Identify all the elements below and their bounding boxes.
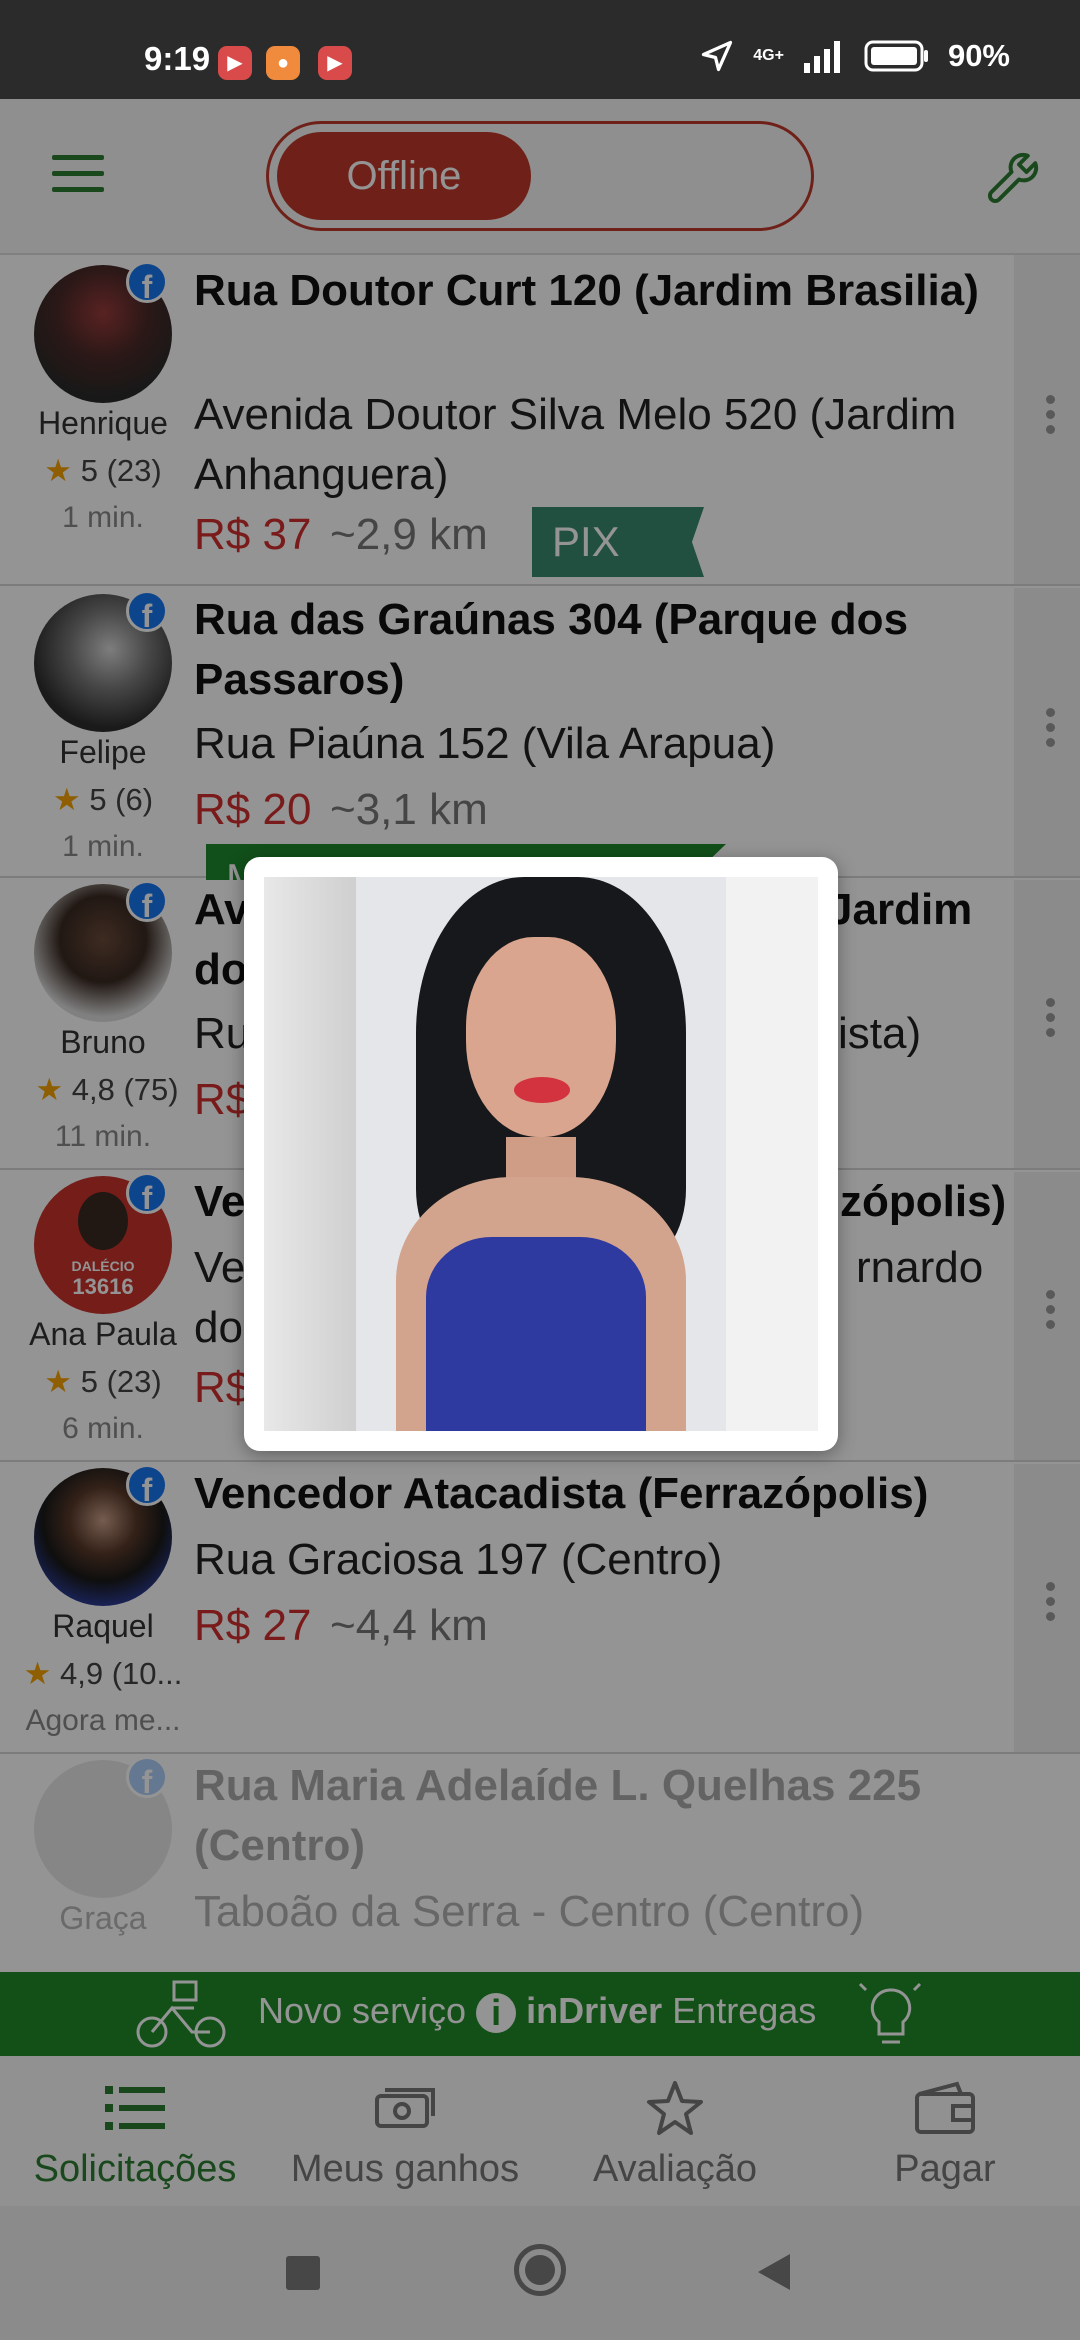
notification-icon: ▶: [318, 46, 352, 80]
status-time: 9:19: [144, 40, 211, 77]
location-arrow-icon: [702, 40, 733, 72]
status-bar: 9:19 ▶ ● ▶ 4G+ 90%: [0, 0, 1080, 99]
network-type: 4G+: [753, 47, 784, 64]
photo-face: [466, 937, 616, 1137]
profile-photo-dialog: [244, 857, 838, 1451]
profile-photo: [264, 877, 818, 1431]
notification-icon: ●: [266, 46, 300, 80]
battery-level: 90%: [947, 38, 1010, 73]
photo-lips: [514, 1077, 570, 1103]
notification-icon: ▶: [218, 46, 252, 80]
photo-background: [264, 877, 356, 1431]
photo-scene: [356, 877, 726, 1431]
battery-icon: [864, 40, 928, 72]
signal-icon: [803, 41, 840, 73]
status-right: 4G+ 90%: [699, 36, 1010, 76]
photo-background: [726, 877, 818, 1431]
photo-top: [426, 1237, 646, 1431]
screen: 9:19 ▶ ● ▶ 4G+ 90% Offline f Henrique ★ …: [0, 0, 1080, 2340]
